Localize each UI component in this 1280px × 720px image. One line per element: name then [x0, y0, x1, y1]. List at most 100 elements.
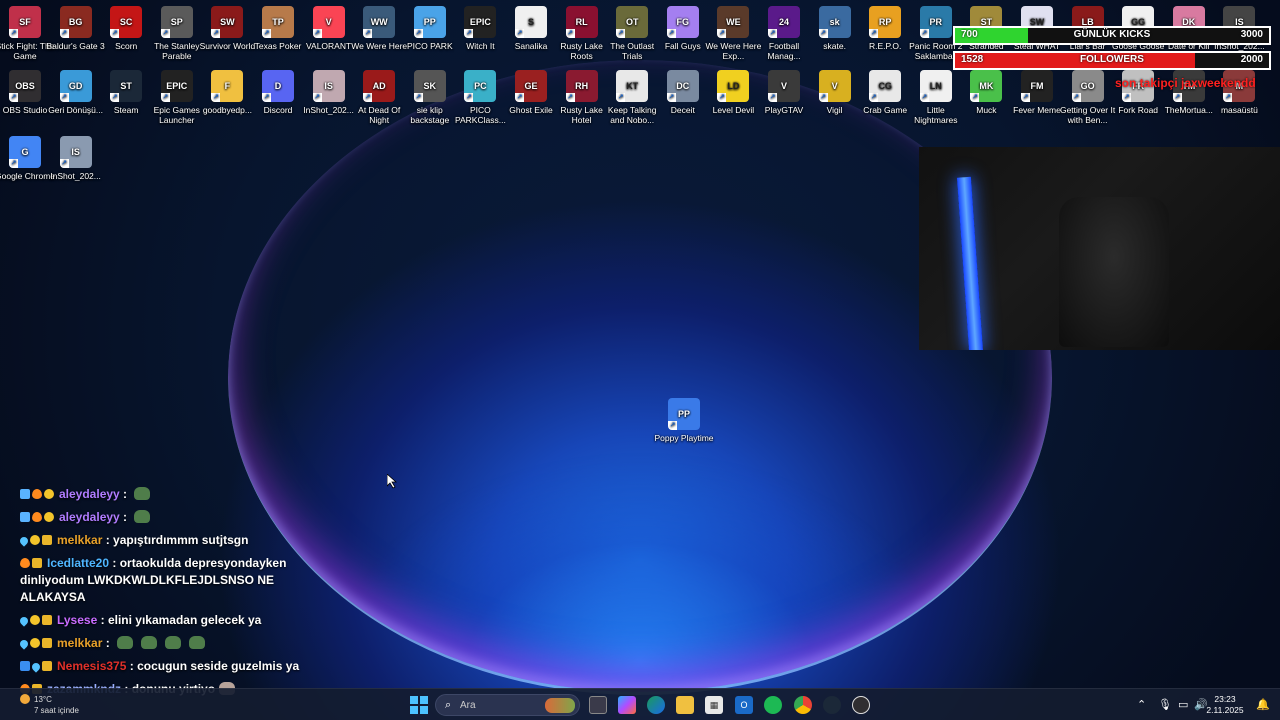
desktop-icon[interactable]: WE ↗ We Were Here Exp... — [705, 6, 761, 61]
obs-taskbar-icon[interactable] — [852, 696, 870, 714]
app-icon: WE ↗ — [717, 6, 750, 38]
desktop-icon[interactable]: MK ↗ Muck — [961, 70, 1011, 115]
desktop-icon[interactable]: BG ↗ Baldur's Gate 3 — [46, 6, 105, 51]
microsoft-store-icon[interactable]: ▦ — [705, 696, 723, 714]
desktop-icon[interactable]: V ↗ VALORANT — [304, 6, 354, 51]
chat-username[interactable]: melkkar — [57, 636, 102, 650]
desktop-icon[interactable]: PP ↗ Poppy Playtime — [654, 398, 714, 443]
desktop-icon[interactable]: PC ↗ PICO PARKClass... — [455, 70, 506, 125]
desktop-icon[interactable]: SC ↗ Scorn — [101, 6, 151, 51]
desktop-icon[interactable]: IS↗InShot_202... — [303, 70, 354, 115]
chat-emote-icon — [117, 636, 134, 649]
desktop-icon[interactable]: IS↗InShot_202... — [50, 136, 101, 181]
app-icon-glyph: SP — [170, 17, 183, 27]
desktop-icon[interactable]: RL ↗ Rusty Lake Roots — [557, 6, 607, 61]
desktop-icon[interactable]: KT ↗ Keep Talking and Nobo... — [607, 70, 657, 125]
tray-overflow-chevron-icon[interactable]: ⌃ — [1137, 698, 1146, 711]
desktop-icon[interactable]: sk ↗ skate. — [810, 6, 860, 51]
file-explorer-icon[interactable] — [676, 696, 694, 714]
chat-badge-icon — [18, 535, 30, 547]
edge-icon[interactable] — [647, 696, 665, 714]
shortcut-arrow-icon: ↗ — [413, 93, 423, 102]
app-icon: MK ↗ — [970, 70, 1003, 102]
desktop-icon[interactable]: CG ↗ Crab Game — [860, 70, 910, 115]
shortcut-arrow-icon: ↗ — [9, 93, 18, 102]
shortcut-arrow-icon: ↗ — [211, 93, 221, 102]
desktop-icon[interactable]: V ↗ PlayGTAV — [759, 70, 809, 115]
shortcut-arrow-icon: ↗ — [59, 93, 69, 102]
desktop-icon[interactable]: DC ↗ Deceit — [658, 70, 708, 115]
clock[interactable]: 23:23 2.11.2025 — [1203, 694, 1247, 716]
copilot-icon[interactable] — [618, 696, 636, 714]
desktop-icon[interactable]: SP ↗ The Stanley Parable — [152, 6, 202, 61]
desktop-icon[interactable]: GO ↗ Getting Over It with Ben... — [1060, 70, 1115, 125]
chat-text: elini yıkamadan gelecek ya — [107, 613, 262, 627]
desktop-icon[interactable]: PP ↗ PICO PARK — [405, 6, 455, 51]
desktop-icon[interactable]: WW ↗ We Were Here — [351, 6, 407, 51]
shortcut-arrow-icon: ↗ — [565, 93, 575, 102]
desktop-icon[interactable]: SK ↗ sie klip backstage — [405, 70, 455, 125]
chat-username[interactable]: Icedlatte20 — [47, 556, 109, 570]
chat-username[interactable]: Nemesis375 — [57, 659, 126, 673]
desktop-icon[interactable]: TP ↗ Texas Poker — [253, 6, 303, 51]
app-icon-glyph: EPIC — [469, 17, 491, 27]
desktop-icon[interactable]: S ↗ Sanalika — [506, 6, 556, 51]
desktop-icon[interactable]: D ↗ Discord — [253, 70, 303, 115]
app-icon-glyph: D — [274, 81, 282, 91]
app-icon: BG ↗ — [59, 6, 92, 38]
desktop-icon[interactable]: V ↗ Vigil — [810, 70, 860, 115]
desktop-icon[interactable]: SW ↗ Survivor World — [200, 6, 255, 51]
app-icon: V ↗ — [818, 70, 851, 102]
chat-message: melkkar : yapıştırdımmm sutjtsgn — [18, 532, 320, 549]
desktop-icon[interactable]: GE ↗ Ghost Exile — [506, 70, 556, 115]
desktop-icon[interactable]: LN ↗ Little Nightmares — [911, 70, 961, 125]
desktop-icon[interactable]: LD ↗ Level Devil — [708, 70, 758, 115]
chat-badge-icon — [44, 512, 54, 522]
app-icon: PR ↗ — [919, 6, 952, 38]
app-icon: WW ↗ — [363, 6, 396, 38]
desktop-icon[interactable]: GD ↗ Geri Dönüşü... — [48, 70, 103, 115]
weather-subtitle: 7 saat içinde — [34, 706, 79, 715]
app-icon: TP ↗ — [262, 6, 294, 38]
shortcut-arrow-icon: ↗ — [363, 29, 373, 38]
notification-bell-icon[interactable]: 🔔 — [1256, 698, 1270, 711]
desktop-icon[interactable]: OBS ↗ OBS Studio — [0, 70, 50, 115]
app-icon-glyph: CG — [878, 81, 892, 91]
chat-username[interactable]: melkkar — [57, 533, 102, 547]
app-icon: PP ↗ — [668, 398, 700, 430]
steam-taskbar-icon[interactable] — [823, 696, 841, 714]
shortcut-arrow-icon: ↗ — [616, 93, 626, 102]
desktop-icon[interactable]: 24 ↗ Football Manag... — [759, 6, 809, 61]
app-icon-glyph: SF — [19, 17, 31, 27]
desktop-icon[interactable]: RP ↗ R.E.P.O. — [860, 6, 910, 51]
app-icon: GD ↗ — [59, 70, 92, 102]
search-highlight-icon — [545, 698, 575, 713]
start-button[interactable] — [410, 696, 428, 714]
desktop-icon[interactable]: EPIC ↗ Witch It — [455, 6, 505, 51]
chat-username[interactable]: aleydaleyy — [59, 510, 120, 524]
desktop-icon[interactable]: OT ↗ The Outlast Trials — [607, 6, 657, 61]
taskbar-search[interactable]: ⌕ Ara — [435, 694, 580, 716]
app-icon-glyph: sk — [829, 17, 840, 27]
desktop-icon[interactable]: ST ↗ Steam — [101, 70, 151, 115]
desktop-icon[interactable]: G ↗ Google Chrome — [0, 136, 55, 181]
desktop-icon[interactable]: FG ↗ Fall Guys — [658, 6, 708, 51]
shortcut-arrow-icon: ↗ — [110, 29, 120, 38]
outlook-icon[interactable]: O — [735, 696, 753, 714]
chat-username[interactable]: Lysese — [57, 613, 97, 627]
app-icon-glyph: V — [780, 81, 787, 91]
desktop-icon[interactable]: FM ↗ Fever Meme — [1012, 70, 1062, 115]
microphone-icon[interactable]: 🎙 — [1158, 698, 1172, 711]
chrome-taskbar-icon[interactable] — [794, 696, 812, 714]
spotify-icon[interactable] — [764, 696, 782, 714]
desktop-icon[interactable]: AD ↗ At Dead Of Night — [354, 70, 404, 125]
chat-separator: : — [102, 533, 114, 547]
network-icon[interactable]: ▭ — [1178, 698, 1188, 711]
task-view-icon[interactable] — [589, 696, 607, 714]
chat-username[interactable]: aleydaleyy — [59, 487, 120, 501]
desktop-icon-label: masaüstü — [1220, 105, 1258, 115]
desktop-icon[interactable]: SF ↗ Stick Fight: The Game — [0, 6, 54, 61]
desktop-icon[interactable]: RH ↗ Rusty Lake Hotel — [557, 70, 607, 125]
desktop-icon[interactable]: F ↗ goodbyedp... — [202, 70, 252, 115]
desktop-icon[interactable]: EPIC ↗ Epic Games Launcher — [152, 70, 202, 125]
